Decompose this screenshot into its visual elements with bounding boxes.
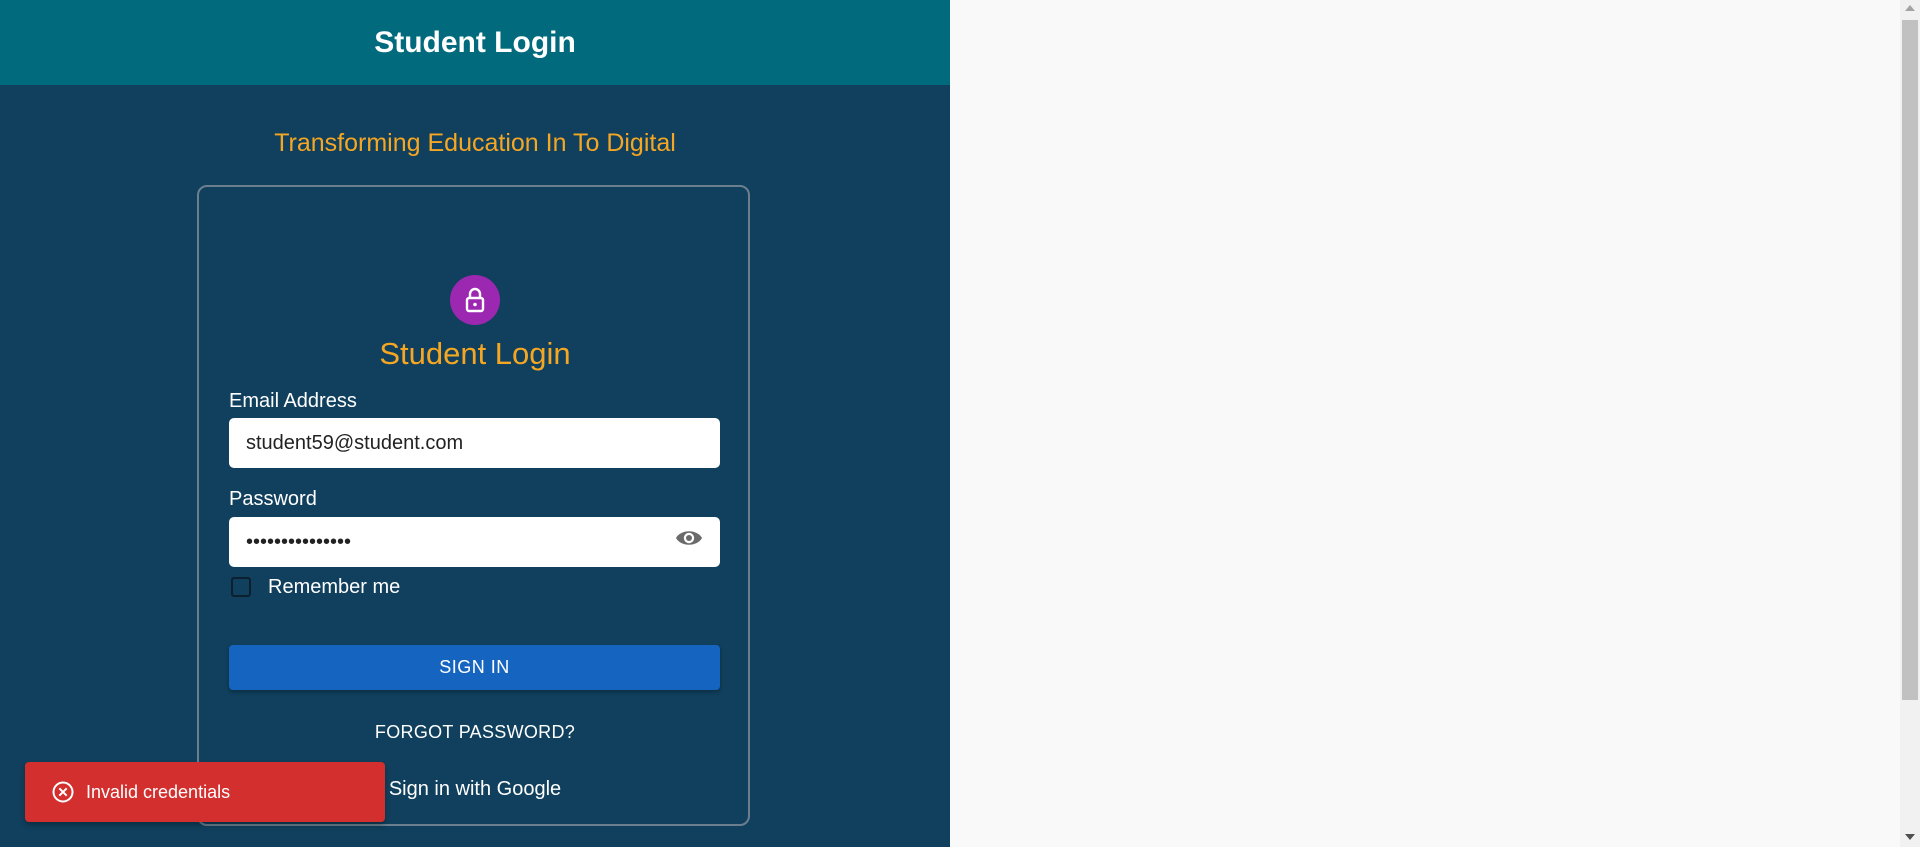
google-sign-in-label: Sign in with Google bbox=[388, 778, 562, 800]
error-toast: Invalid credentials bbox=[25, 762, 385, 822]
app-header: Student Login bbox=[0, 0, 950, 85]
lock-avatar bbox=[450, 275, 500, 325]
lock-icon bbox=[465, 287, 485, 313]
remember-label: Remember me bbox=[268, 576, 401, 598]
scroll-up-icon[interactable] bbox=[1905, 5, 1915, 11]
header-title: Student Login bbox=[374, 25, 576, 59]
sign-in-button[interactable]: SIGN IN bbox=[229, 645, 720, 690]
scrollbar-thumb[interactable] bbox=[1902, 20, 1918, 700]
error-circle-icon bbox=[52, 781, 74, 803]
forgot-password-link[interactable]: FORGOT PASSWORD? bbox=[0, 722, 950, 743]
remember-checkbox[interactable] bbox=[231, 577, 251, 597]
toast-message: Invalid credentials bbox=[86, 781, 231, 802]
email-label: Email Address bbox=[229, 390, 357, 412]
email-field[interactable]: student59@student.com bbox=[229, 418, 720, 468]
eye-icon[interactable] bbox=[674, 526, 704, 550]
card-title: Student Login bbox=[379, 336, 571, 371]
forgot-password-label: FORGOT PASSWORD? bbox=[374, 722, 576, 742]
tagline: Transforming Education In To Digital bbox=[274, 129, 676, 157]
sign-in-label: SIGN IN bbox=[439, 657, 510, 677]
scroll-down-icon[interactable] bbox=[1905, 834, 1915, 840]
password-label: Password bbox=[229, 488, 317, 510]
email-value: student59@student.com bbox=[246, 431, 464, 454]
password-field[interactable]: ••••••••••••••• bbox=[229, 517, 720, 567]
password-value: ••••••••••••••• bbox=[246, 530, 352, 553]
